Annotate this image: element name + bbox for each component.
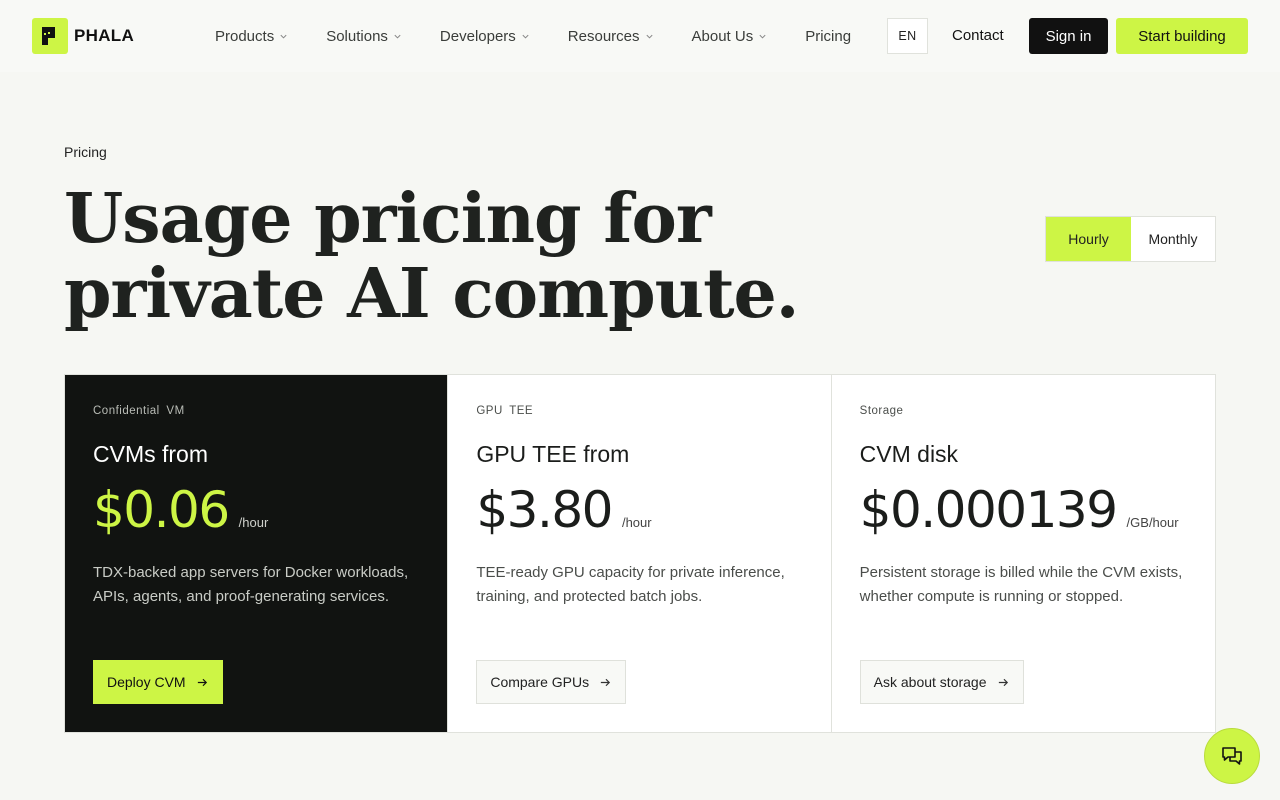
nav-label: Solutions: [326, 27, 388, 45]
card-price-unit: /GB/hour: [1126, 515, 1179, 530]
billing-toggle: Hourly Monthly: [1045, 216, 1216, 262]
chevron-down-icon: [394, 34, 401, 39]
chevron-down-icon: [759, 34, 766, 39]
toggle-hourly[interactable]: Hourly: [1046, 217, 1131, 261]
nav-products[interactable]: Products: [215, 28, 288, 45]
compare-gpus-button[interactable]: Compare GPUs: [476, 660, 627, 704]
chevron-down-icon: [280, 34, 287, 39]
card-description: TEE-ready GPU capacity for private infer…: [476, 564, 785, 605]
card-tag: Storage: [859, 405, 904, 417]
deploy-cvm-button[interactable]: Deploy CVM: [93, 660, 223, 704]
button-label: Deploy CVM: [107, 674, 186, 690]
page-eyebrow: Pricing: [64, 144, 107, 160]
start-building-button[interactable]: Start building: [1116, 18, 1248, 54]
card-price-unit: /hour: [621, 515, 652, 530]
price-row: $0.000139 /GB/hour: [860, 481, 1179, 539]
main-nav: Products Solutions Developers Resources …: [215, 0, 889, 72]
chat-icon: [1222, 747, 1242, 765]
logo[interactable]: PHALA: [32, 18, 134, 54]
nav-label: Pricing: [805, 27, 852, 45]
brand-name: PHALA: [74, 26, 135, 45]
card-price: $0.06: [93, 481, 230, 539]
pricing-cards: Confidential VM CVMs from $0.06 /hour TD…: [64, 374, 1216, 733]
card-tag: GPU TEE: [476, 405, 534, 417]
chevron-down-icon: [645, 34, 653, 39]
sign-in-button[interactable]: Sign in: [1029, 18, 1108, 54]
nav-solutions[interactable]: Solutions: [326, 28, 402, 45]
card-price-unit: /hour: [238, 515, 269, 530]
site-header: PHALA Products Solutions Developers Reso…: [0, 0, 1280, 72]
chevron-down-icon: [522, 34, 529, 39]
ask-about-storage-button[interactable]: Ask about storage: [859, 660, 1024, 704]
nav-label: Developers: [439, 27, 516, 45]
nav-pricing[interactable]: Pricing: [805, 28, 851, 45]
card-tag: Confidential VM: [93, 405, 185, 417]
arrow-right-icon: [197, 678, 207, 686]
card-description: Persistent storage is billed while the C…: [859, 564, 1183, 605]
nav-label: Products: [215, 27, 275, 45]
card-heading: GPU TEE from: [476, 441, 630, 467]
nav-developers[interactable]: Developers: [440, 28, 530, 45]
arrow-right-icon: [600, 678, 611, 686]
page-title: Usage pricing for private AI compute.: [64, 179, 799, 334]
nav-about-us[interactable]: About Us: [692, 28, 768, 45]
card-description: TDX-backed app servers for Docker worklo…: [93, 564, 409, 605]
pricing-card-storage: Storage CVM disk $0.000139 /GB/hour Pers…: [832, 375, 1215, 732]
nav-label: Resources: [567, 27, 640, 45]
pricing-card-cvm: Confidential VM CVMs from $0.06 /hour TD…: [65, 375, 449, 732]
nav-label: About Us: [691, 27, 754, 45]
card-price: $0.000139: [859, 481, 1118, 539]
arrow-right-icon: [998, 678, 1008, 686]
card-price: $3.80: [476, 481, 613, 539]
contact-link[interactable]: Contact: [952, 27, 1004, 44]
pricing-card-gpu-tee: GPU TEE GPU TEE from $3.80 /hour TEE-rea…: [448, 375, 832, 732]
language-selector[interactable]: EN: [887, 18, 928, 54]
button-label: Compare GPUs: [490, 674, 590, 690]
toggle-monthly[interactable]: Monthly: [1131, 217, 1215, 261]
button-label: Ask about storage: [873, 674, 987, 690]
chat-widget-button[interactable]: [1204, 728, 1260, 784]
price-row: $0.06 /hour: [93, 481, 268, 539]
phala-logo-icon: [32, 18, 68, 54]
card-heading: CVM disk: [859, 441, 959, 467]
card-heading: CVMs from: [93, 441, 208, 467]
nav-resources[interactable]: Resources: [568, 28, 654, 45]
price-row: $3.80 /hour: [476, 481, 651, 539]
